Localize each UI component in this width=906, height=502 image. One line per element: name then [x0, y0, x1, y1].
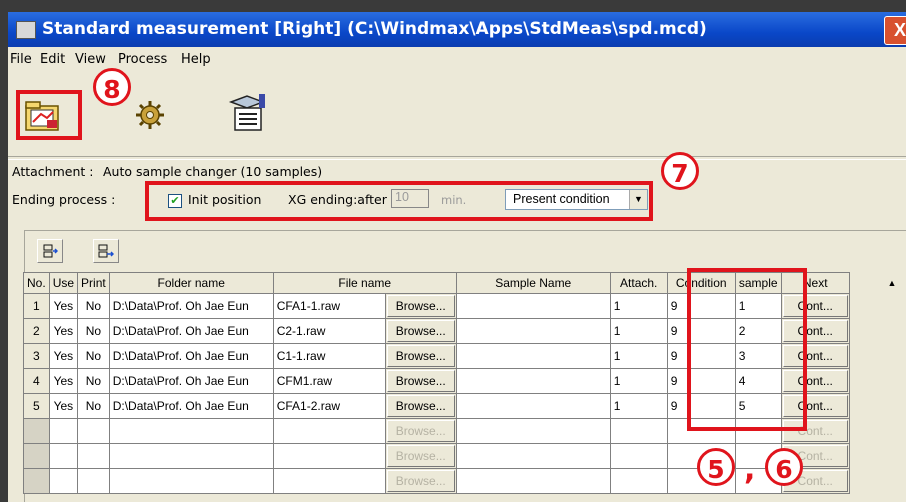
window-title: Standard measurement [Right] (C:\Windmax… — [42, 19, 707, 39]
folder-cell[interactable]: D:\Data\Prof. Oh Jae Eun — [108, 343, 274, 369]
insert-row-icon — [43, 244, 58, 258]
sample-name-cell[interactable] — [455, 343, 611, 369]
col-header-attach: Attach. — [609, 272, 668, 294]
callout-6: 6 — [765, 448, 803, 486]
callout-5: 5 — [697, 448, 735, 486]
col-header-folder: Folder name — [108, 272, 274, 294]
toolbar-separator — [8, 156, 906, 160]
attach-cell[interactable]: 1 — [609, 293, 668, 319]
menu-view[interactable]: View — [75, 52, 106, 67]
highlight-box-condition-sample — [687, 268, 807, 431]
menu-help[interactable]: Help — [181, 52, 211, 67]
browse-button-disabled: Browse... — [386, 420, 455, 442]
file-cell[interactable]: CFM1.raw — [272, 368, 386, 394]
col-header-use: Use — [48, 272, 79, 294]
file-cell[interactable]: C1-1.raw — [272, 343, 386, 369]
menu-edit[interactable]: Edit — [40, 52, 65, 67]
print-cell[interactable]: No — [77, 293, 110, 319]
use-cell[interactable]: Yes — [48, 343, 79, 369]
browse-button[interactable]: Browse... — [386, 320, 455, 342]
highlight-box-toolbar — [16, 90, 82, 140]
browse-button[interactable]: Browse... — [386, 395, 455, 417]
row-number: 5 — [23, 393, 50, 419]
attach-cell[interactable]: 1 — [609, 368, 668, 394]
process-button[interactable] — [125, 90, 175, 140]
report-button[interactable] — [223, 88, 273, 138]
row-number: 1 — [23, 293, 50, 319]
sample-name-cell[interactable] — [455, 318, 611, 344]
col-header-no: No. — [23, 272, 50, 294]
attach-cell[interactable]: 1 — [609, 318, 668, 344]
close-button[interactable]: X — [884, 16, 906, 45]
folder-cell[interactable]: D:\Data\Prof. Oh Jae Eun — [108, 368, 274, 394]
menu-file[interactable]: File — [10, 52, 32, 67]
highlight-box-ending-process — [145, 181, 653, 221]
attachment-label: Attachment : — [12, 164, 94, 179]
file-cell[interactable]: C2-1.raw — [272, 318, 386, 344]
ending-process-label: Ending process : — [12, 192, 116, 207]
browse-button-disabled: Browse... — [386, 445, 455, 467]
print-cell[interactable]: No — [77, 318, 110, 344]
folder-cell[interactable]: D:\Data\Prof. Oh Jae Eun — [108, 293, 274, 319]
browse-button[interactable]: Browse... — [386, 295, 455, 317]
sample-name-cell[interactable] — [455, 368, 611, 394]
sample-name-cell[interactable] — [455, 393, 611, 419]
menu-bar: File Edit View Process Help — [8, 48, 906, 70]
print-cell[interactable]: No — [77, 368, 110, 394]
attach-cell[interactable]: 1 — [609, 343, 668, 369]
insert-row-button[interactable] — [37, 239, 63, 263]
col-header-file: File name — [272, 272, 457, 294]
print-cell[interactable]: No — [77, 343, 110, 369]
use-cell[interactable]: Yes — [48, 293, 79, 319]
use-cell[interactable]: Yes — [48, 318, 79, 344]
title-bar: Standard measurement [Right] (C:\Windmax… — [8, 12, 906, 47]
browse-button-disabled: Browse... — [386, 470, 455, 492]
folder-cell[interactable]: D:\Data\Prof. Oh Jae Eun — [108, 393, 274, 419]
menu-process[interactable]: Process — [118, 52, 167, 67]
report-icon — [228, 94, 266, 131]
attachment-value: Auto sample changer (10 samples) — [103, 164, 323, 179]
scroll-up-icon[interactable]: ▲ — [885, 273, 899, 293]
row-number: 3 — [23, 343, 50, 369]
file-cell[interactable]: CFA1-1.raw — [272, 293, 386, 319]
browse-button[interactable]: Browse... — [386, 370, 455, 392]
toolbar — [8, 72, 906, 156]
callout-8: 8 — [93, 68, 131, 106]
file-cell[interactable]: CFA1-2.raw — [272, 393, 386, 419]
sample-name-cell[interactable] — [455, 293, 611, 319]
print-cell[interactable]: No — [77, 393, 110, 419]
col-header-sample-name: Sample Name — [455, 272, 611, 294]
callout-7: 7 — [661, 152, 699, 190]
use-cell[interactable]: Yes — [48, 393, 79, 419]
app-icon — [16, 21, 36, 39]
browse-button[interactable]: Browse... — [386, 345, 455, 367]
row-number: 2 — [23, 318, 50, 344]
process-gear-icon — [136, 101, 164, 129]
folder-cell[interactable]: D:\Data\Prof. Oh Jae Eun — [108, 318, 274, 344]
use-cell[interactable]: Yes — [48, 368, 79, 394]
callout-comma: , — [744, 452, 756, 487]
append-row-button[interactable] — [93, 239, 119, 263]
attach-cell[interactable]: 1 — [609, 393, 668, 419]
append-row-icon — [98, 244, 114, 258]
row-number: 4 — [23, 368, 50, 394]
col-header-print: Print — [77, 272, 110, 294]
